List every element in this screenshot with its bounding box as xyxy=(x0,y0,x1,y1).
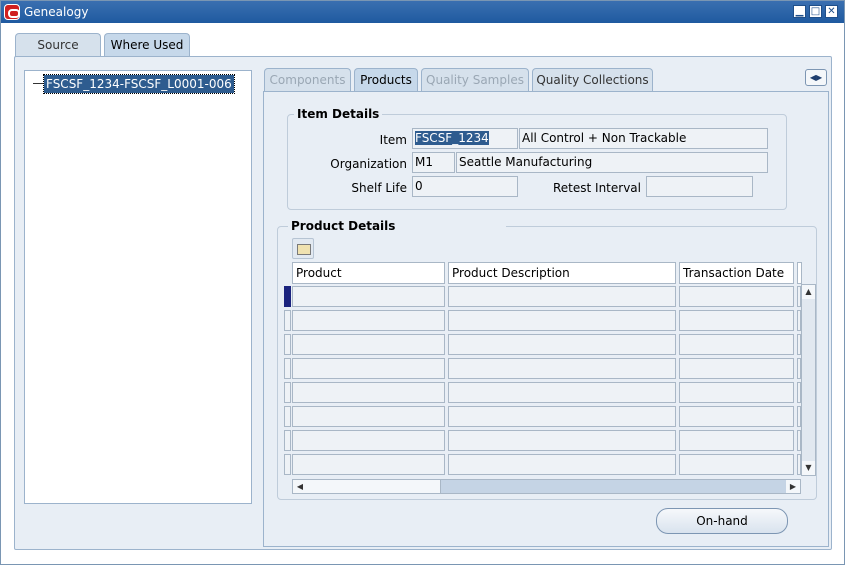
column-header-transaction-date[interactable]: Transaction Date xyxy=(679,262,794,284)
column-header-product[interactable]: Product xyxy=(292,262,445,284)
organization-label: Organization xyxy=(330,157,407,171)
scroll-left-icon[interactable]: ◀ xyxy=(293,480,307,493)
table-cell[interactable] xyxy=(292,286,445,307)
table-cell[interactable] xyxy=(292,310,445,331)
record-indicator[interactable] xyxy=(284,454,291,475)
tab-source[interactable]: Source xyxy=(15,33,101,57)
item-details-title: Item Details xyxy=(294,107,383,121)
record-indicator[interactable] xyxy=(284,406,291,427)
tree-node-root[interactable]: FSCSF_1234-FSCSF_L0001-006 xyxy=(43,74,235,94)
table-cell[interactable] xyxy=(679,454,794,475)
shelf-life-field: 0 xyxy=(412,176,518,197)
scroll-right-icon[interactable]: ▶ xyxy=(786,480,800,493)
tab-components[interactable]: Components xyxy=(264,68,351,91)
minimize-icon[interactable]: ▁ xyxy=(793,5,806,18)
table-cell[interactable] xyxy=(448,406,676,427)
retest-interval-label: Retest Interval xyxy=(553,181,641,195)
column-header-product-description[interactable]: Product Description xyxy=(448,262,676,284)
scroll-up-icon[interactable]: ▲ xyxy=(802,285,815,299)
table-cell[interactable] xyxy=(292,358,445,379)
scroll-down-icon[interactable]: ▼ xyxy=(802,461,815,475)
organization-name-field: Seattle Manufacturing xyxy=(456,152,768,173)
record-indicator[interactable] xyxy=(284,382,291,403)
oracle-logo-icon xyxy=(4,4,20,20)
column-header-overflow xyxy=(797,262,802,284)
tab-where-used[interactable]: Where Used xyxy=(104,33,190,57)
tree-connector xyxy=(33,83,43,84)
tab-quality-samples[interactable]: Quality Samples xyxy=(421,68,529,91)
item-description-field: All Control + Non Trackable xyxy=(519,128,768,149)
tab-scroll-icon[interactable]: ◀▶ xyxy=(805,69,827,86)
item-label: Item xyxy=(379,133,407,147)
table-cell[interactable] xyxy=(448,430,676,451)
window-title: Genealogy xyxy=(24,5,89,19)
record-indicator[interactable] xyxy=(284,334,291,355)
table-cell[interactable] xyxy=(292,334,445,355)
table-cell[interactable] xyxy=(679,286,794,307)
table-cell[interactable] xyxy=(292,382,445,403)
table-cell[interactable] xyxy=(292,406,445,427)
on-hand-button[interactable]: On-hand xyxy=(656,508,788,534)
table-cell[interactable] xyxy=(679,406,794,427)
genealogy-tree[interactable]: FSCSF_1234-FSCSF_L0001-006 xyxy=(24,70,252,504)
table-cell[interactable] xyxy=(448,334,676,355)
table-cell[interactable] xyxy=(448,286,676,307)
table-cell[interactable] xyxy=(679,334,794,355)
table-cell[interactable] xyxy=(448,382,676,403)
table-cell[interactable] xyxy=(448,454,676,475)
horizontal-scrollbar[interactable]: ◀ ▶ xyxy=(292,479,801,494)
item-value: FSCSF_1234 xyxy=(415,131,489,145)
table-cell[interactable] xyxy=(679,310,794,331)
table-cell[interactable] xyxy=(679,430,794,451)
current-record-indicator[interactable] xyxy=(284,286,291,307)
item-field[interactable]: FSCSF_1234 xyxy=(412,128,518,149)
table-cell[interactable] xyxy=(679,358,794,379)
scroll-thumb[interactable] xyxy=(307,480,441,493)
title-bar: Genealogy ▁ □ ✕ xyxy=(1,1,844,23)
tab-products[interactable]: Products xyxy=(354,68,418,91)
table-cell[interactable] xyxy=(292,430,445,451)
table-cell[interactable] xyxy=(679,382,794,403)
maximize-icon[interactable]: □ xyxy=(809,5,822,18)
organization-code-field: M1 xyxy=(412,152,455,173)
tab-quality-collections[interactable]: Quality Collections xyxy=(532,68,653,91)
vertical-scrollbar[interactable]: ▲ ▼ xyxy=(801,284,816,476)
table-cell[interactable] xyxy=(292,454,445,475)
retest-interval-field xyxy=(646,176,753,197)
record-indicator[interactable] xyxy=(284,358,291,379)
open-folder-icon[interactable] xyxy=(292,238,314,259)
close-icon[interactable]: ✕ xyxy=(825,5,838,18)
table-cell[interactable] xyxy=(448,358,676,379)
record-indicator[interactable] xyxy=(284,430,291,451)
product-details-title: Product Details xyxy=(288,219,506,233)
record-indicator[interactable] xyxy=(284,310,291,331)
table-cell[interactable] xyxy=(448,310,676,331)
shelf-life-label: Shelf Life xyxy=(351,181,407,195)
